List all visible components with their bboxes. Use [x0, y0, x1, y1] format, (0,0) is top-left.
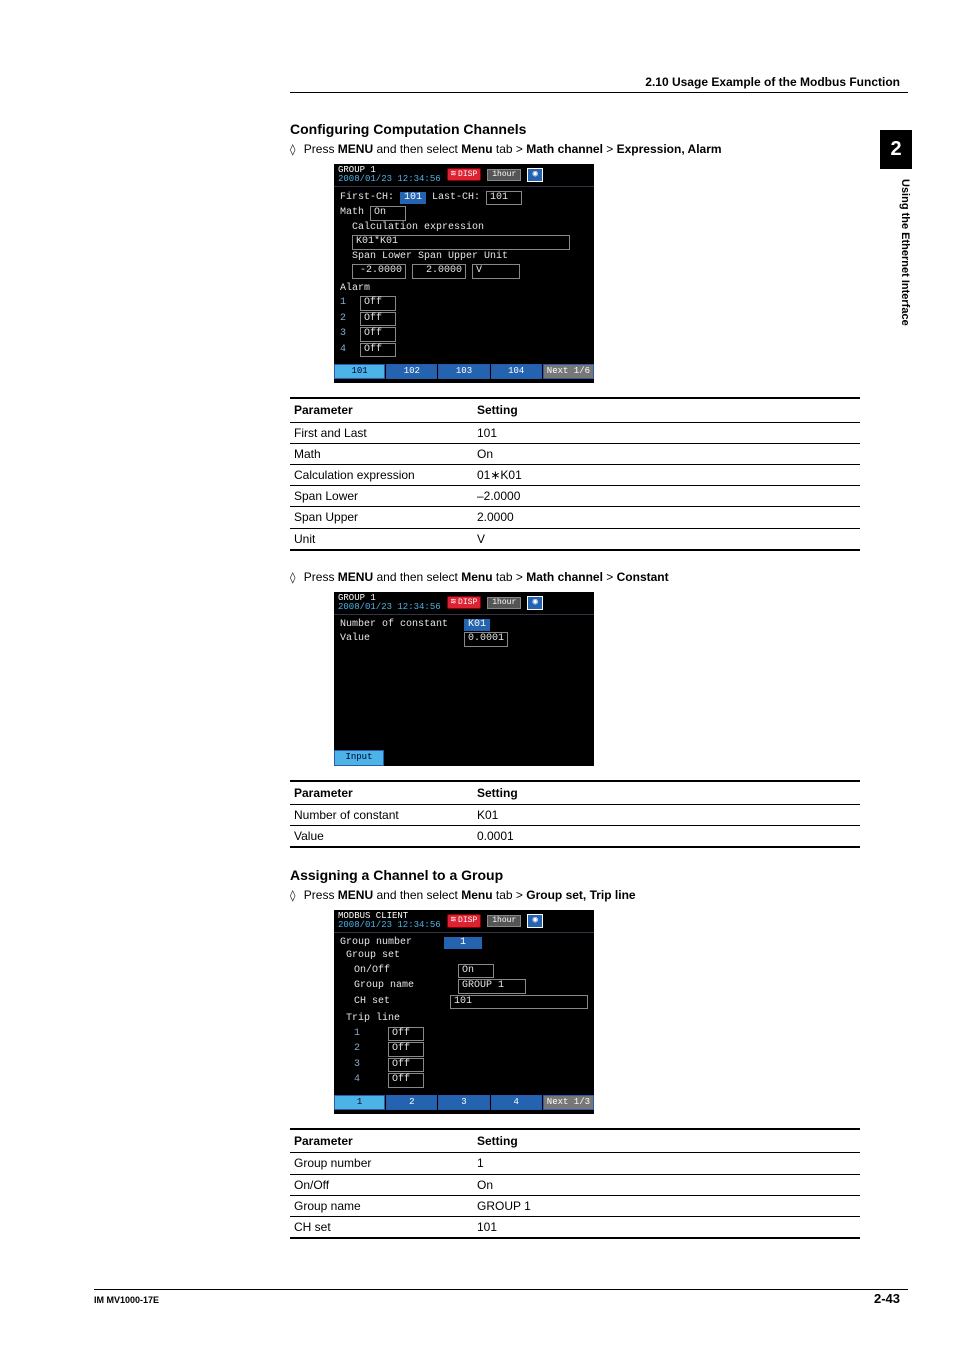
- disp-badge: DISP: [447, 914, 482, 927]
- diamond-icon: ◊: [290, 143, 295, 156]
- doc-id: IM MV1000-17E: [94, 1294, 159, 1306]
- alarm-rows: 1Off 2Off 3Off 4Off: [340, 296, 588, 357]
- page-section-title: 2.10 Usage Example of the Modbus Functio…: [645, 74, 900, 90]
- alarm-1-field[interactable]: Off: [360, 296, 396, 311]
- trip-rows: 1Off 2Off 3Off 4Off: [340, 1027, 588, 1088]
- table-constant: ParameterSetting Number of constantK01 V…: [290, 780, 860, 849]
- table-row: Calculation expression01∗K01: [290, 465, 860, 486]
- table-row: Group nameGROUP 1: [290, 1195, 860, 1216]
- chapter-tab: 2 Using the Ethernet Interface: [880, 130, 912, 326]
- softkey-2[interactable]: 2: [386, 1095, 437, 1110]
- softkey-input[interactable]: Input: [334, 750, 384, 765]
- table-row: First and Last101: [290, 422, 860, 443]
- record-icon[interactable]: ◉: [527, 914, 543, 928]
- softkey-1[interactable]: 1: [334, 1095, 385, 1110]
- calc-expression-field[interactable]: K01*K01: [352, 235, 570, 250]
- section-heading-computation: Configuring Computation Channels: [290, 120, 860, 139]
- wave-icon: [451, 597, 456, 608]
- wave-icon: [451, 915, 456, 926]
- diamond-icon: ◊: [290, 889, 295, 902]
- table-row: Group number1: [290, 1153, 860, 1174]
- softkey-101[interactable]: 101: [334, 364, 385, 379]
- trip-1-field[interactable]: Off: [388, 1027, 424, 1042]
- group-number-field[interactable]: 1: [444, 937, 482, 950]
- shot1-timestamp: 2008/01/23 12:34:56: [338, 175, 441, 184]
- chapter-number: 2: [880, 130, 912, 169]
- softkey-4[interactable]: 4: [491, 1095, 542, 1110]
- softkey-103[interactable]: 103: [438, 364, 489, 379]
- softkey-102[interactable]: 102: [386, 364, 437, 379]
- span-lower-field[interactable]: -2.0000: [352, 264, 406, 279]
- diamond-icon: ◊: [290, 571, 295, 584]
- constant-number-field[interactable]: K01: [464, 619, 490, 632]
- table-group: ParameterSetting Group number1 On/OffOn …: [290, 1128, 860, 1239]
- instr-group: ◊ Press MENU and then select Menu tab > …: [290, 887, 860, 904]
- table-row: CH set101: [290, 1216, 860, 1238]
- trip-4-field[interactable]: Off: [388, 1073, 424, 1088]
- disp-badge: DISP: [447, 596, 482, 609]
- wave-icon: [451, 169, 456, 180]
- ch-set-field[interactable]: 101: [450, 995, 588, 1010]
- header-rule: [290, 92, 908, 93]
- record-icon[interactable]: ◉: [527, 596, 543, 610]
- record-icon[interactable]: ◉: [527, 168, 543, 182]
- trip-2-field[interactable]: Off: [388, 1042, 424, 1057]
- instr-computation: ◊ Press MENU and then select Menu tab > …: [290, 141, 860, 158]
- unit-field[interactable]: V: [472, 264, 520, 279]
- last-ch-value[interactable]: 101: [486, 191, 522, 206]
- page-number: 2-43: [874, 1290, 900, 1308]
- group-name-field[interactable]: GROUP 1: [458, 979, 526, 994]
- span-upper-field[interactable]: 2.0000: [412, 264, 466, 279]
- group-onoff-field[interactable]: On: [458, 964, 494, 979]
- table-row: Number of constantK01: [290, 804, 860, 825]
- table-row: Span Lower–2.0000: [290, 486, 860, 507]
- softkey-3[interactable]: 3: [438, 1095, 489, 1110]
- math-field[interactable]: On: [370, 206, 406, 221]
- period-button[interactable]: 1hour: [487, 169, 521, 181]
- period-button[interactable]: 1hour: [487, 915, 521, 927]
- disp-badge: DISP: [447, 168, 482, 181]
- softkey-next[interactable]: Next 1/3: [543, 1095, 594, 1110]
- table-row: UnitV: [290, 528, 860, 550]
- period-button[interactable]: 1hour: [487, 597, 521, 609]
- screenshot-expression-alarm: GROUP 1 2008/01/23 12:34:56 DISP 1hour ◉…: [334, 164, 594, 384]
- table-row: Span Upper2.0000: [290, 507, 860, 528]
- alarm-4-field[interactable]: Off: [360, 343, 396, 358]
- trip-3-field[interactable]: Off: [388, 1058, 424, 1073]
- constant-value-field[interactable]: 0.0001: [464, 632, 508, 647]
- alarm-2-field[interactable]: Off: [360, 312, 396, 327]
- table-row: On/OffOn: [290, 1174, 860, 1195]
- table-row: Value0.0001: [290, 826, 860, 848]
- alarm-3-field[interactable]: Off: [360, 327, 396, 342]
- softkey-next[interactable]: Next 1/6: [543, 364, 594, 379]
- table-computation: ParameterSetting First and Last101 MathO…: [290, 397, 860, 550]
- softkey-104[interactable]: 104: [491, 364, 542, 379]
- instr-constant: ◊ Press MENU and then select Menu tab > …: [290, 569, 860, 586]
- table-row: MathOn: [290, 443, 860, 464]
- first-ch-value[interactable]: 101: [400, 192, 426, 205]
- screenshot-group-set: MODBUS CLIENT 2008/01/23 12:34:56 DISP 1…: [334, 910, 594, 1114]
- chapter-label: Using the Ethernet Interface: [880, 169, 912, 326]
- section-heading-group: Assigning a Channel to a Group: [290, 866, 860, 885]
- footer-rule: [94, 1289, 908, 1290]
- screenshot-constant: GROUP 1 2008/01/23 12:34:56 DISP 1hour ◉…: [334, 592, 594, 766]
